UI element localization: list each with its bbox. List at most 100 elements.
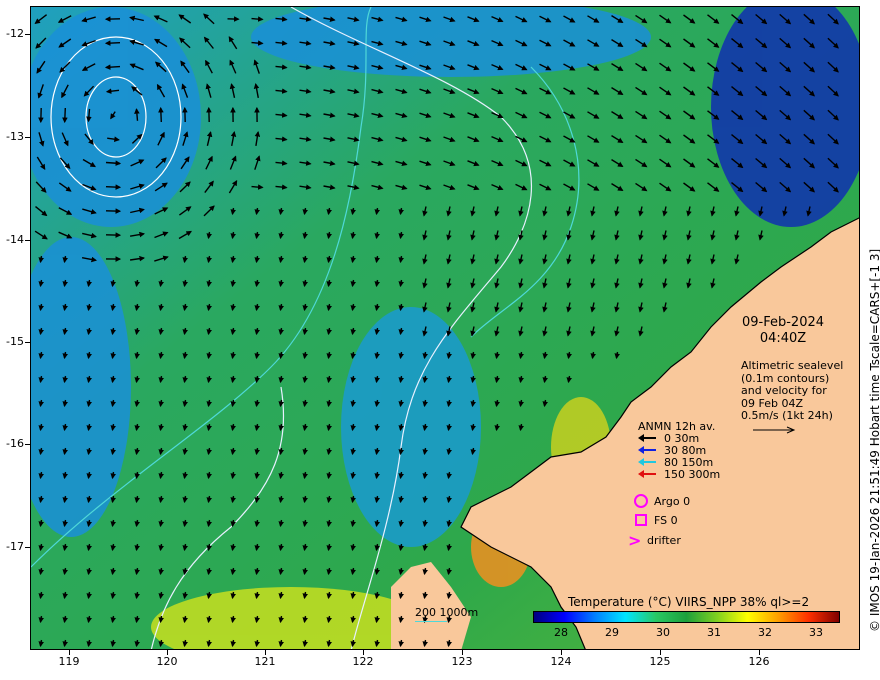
velocity-arrow — [206, 567, 212, 576]
x-tick-mark — [167, 650, 168, 655]
argo-label: Argo 0 — [654, 495, 691, 508]
velocity-arrow — [374, 615, 380, 624]
velocity-arrow — [38, 375, 44, 384]
velocity-arrow — [110, 519, 116, 528]
velocity-arrow — [326, 303, 332, 312]
velocity-arrow — [206, 399, 212, 408]
velocity-arrow — [158, 495, 164, 504]
info-line: 0.5m/s (1kt 24h) — [741, 409, 833, 422]
velocity-arrow — [326, 519, 332, 528]
colorbar-tick: 28 — [554, 626, 568, 639]
velocity-arrow — [134, 543, 140, 552]
legend-item: 150 300m — [638, 468, 748, 481]
velocity-arrow — [158, 375, 164, 384]
velocity-arrow — [134, 471, 140, 480]
velocity-arrow — [38, 255, 44, 264]
velocity-arrow — [398, 231, 404, 240]
velocity-arrow — [326, 375, 332, 384]
velocity-arrow — [206, 327, 212, 336]
velocity-arrow — [182, 255, 188, 264]
velocity-arrow — [206, 591, 212, 600]
velocity-arrow — [158, 303, 164, 312]
velocity-arrow — [278, 567, 284, 576]
x-tick-mark — [660, 650, 661, 655]
velocity-arrow — [38, 303, 44, 312]
velocity-arrow — [350, 471, 356, 480]
velocity-arrow — [350, 399, 356, 408]
velocity-arrow — [86, 591, 92, 600]
velocity-arrow — [326, 591, 332, 600]
velocity-arrow — [230, 639, 236, 648]
velocity-arrow — [494, 399, 500, 408]
velocity-arrow — [38, 471, 44, 480]
velocity-arrow — [350, 231, 356, 240]
velocity-arrow — [158, 106, 164, 123]
velocity-arrow — [230, 543, 236, 552]
velocity-arrow — [302, 615, 308, 624]
y-tick-label: -17 — [6, 540, 24, 553]
y-tick-label: -14 — [6, 233, 24, 246]
velocity-arrow — [494, 423, 500, 432]
x-tick-mark — [462, 650, 463, 655]
velocity-arrow — [470, 351, 476, 360]
velocity-arrow — [518, 423, 524, 432]
y-tick-label: -12 — [6, 27, 24, 40]
velocity-scale-arrow — [753, 426, 796, 433]
velocity-arrow — [374, 375, 380, 384]
velocity-arrow — [134, 303, 140, 312]
velocity-arrow — [62, 279, 68, 288]
velocity-arrow — [278, 207, 284, 216]
velocity-arrow — [374, 303, 380, 312]
velocity-arrow — [86, 495, 92, 504]
cold-patch-center — [341, 307, 481, 547]
velocity-arrow — [542, 351, 548, 360]
velocity-arrow — [86, 399, 92, 408]
velocity-arrow — [422, 591, 428, 600]
velocity-arrow — [62, 567, 68, 576]
velocity-arrow — [326, 567, 332, 576]
velocity-arrow — [614, 351, 620, 360]
velocity-arrow — [398, 567, 404, 576]
legend-item: 30 80m — [638, 444, 748, 457]
y-tick-mark — [25, 342, 30, 343]
velocity-arrow — [158, 519, 164, 528]
velocity-arrow — [182, 591, 188, 600]
velocity-arrow — [206, 351, 212, 360]
velocity-arrow — [230, 423, 236, 432]
velocity-arrow — [398, 255, 404, 264]
velocity-arrow — [374, 423, 380, 432]
velocity-arrow — [398, 615, 404, 624]
velocity-arrow — [230, 591, 236, 600]
velocity-arrow — [470, 375, 476, 384]
velocity-arrow — [110, 591, 116, 600]
velocity-arrow — [350, 543, 356, 552]
velocity-arrow — [158, 567, 164, 576]
colorbar-tick: 33 — [809, 626, 823, 639]
velocity-arrow — [62, 255, 68, 264]
velocity-arrow — [398, 207, 404, 216]
velocity-arrow — [134, 447, 140, 456]
velocity-arrow — [374, 639, 380, 648]
velocity-arrow — [374, 447, 380, 456]
velocity-arrow — [326, 471, 332, 480]
velocity-arrow — [254, 303, 260, 312]
velocity-arrow — [182, 447, 188, 456]
velocity-arrow — [374, 567, 380, 576]
velocity-arrow — [182, 327, 188, 336]
velocity-arrow — [350, 255, 356, 264]
velocity-arrow — [110, 567, 116, 576]
velocity-arrow — [326, 543, 332, 552]
velocity-arrow — [254, 471, 260, 480]
velocity-arrow — [350, 615, 356, 624]
x-tick-label: 126 — [748, 655, 770, 668]
velocity-arrow — [62, 615, 68, 624]
x-tick-mark — [69, 650, 70, 655]
velocity-arrow — [230, 567, 236, 576]
velocity-arrow — [206, 423, 212, 432]
time-line: 04:40Z — [759, 331, 807, 346]
x-tick-label: 121 — [254, 655, 276, 668]
velocity-arrow — [182, 639, 188, 648]
velocity-arrow — [62, 303, 68, 312]
velocity-arrow — [422, 471, 428, 480]
velocity-arrow — [374, 255, 380, 264]
